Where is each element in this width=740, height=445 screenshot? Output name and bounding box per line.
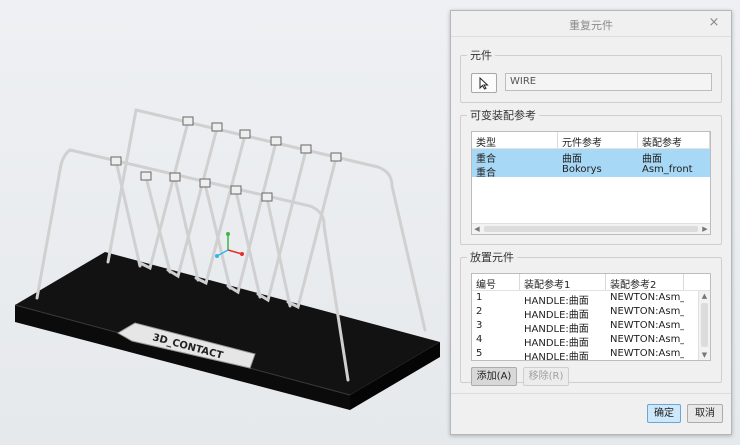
- table-row[interactable]: 重合 Bokorys Asm_front: [472, 163, 710, 177]
- component-group-legend: 元件: [470, 49, 492, 62]
- assembly-model: 3D_CONTACT: [14, 108, 440, 410]
- table-row[interactable]: 1 HANDLE:曲面 NEWTON:Asm_f: [472, 291, 710, 305]
- cursor-arrow-icon: [479, 77, 489, 90]
- cell-asm-ref-2: NEWTON:Asm_f: [610, 320, 684, 331]
- cell-component-ref: 曲面: [562, 154, 582, 163]
- cell-number: 1: [476, 292, 483, 303]
- column-header-asm-ref-1[interactable]: 装配参考1: [520, 274, 606, 290]
- component-group: 元件 WIRE: [460, 47, 722, 103]
- dialog-title-bar[interactable]: 重复元件 ×: [451, 11, 731, 37]
- variable-refs-legend: 可变装配参考: [470, 109, 536, 122]
- close-icon[interactable]: ×: [707, 15, 721, 30]
- cell-assembly-ref: Asm_front: [642, 164, 693, 175]
- wire-clips: [110, 116, 342, 202]
- cell-type: 重合: [476, 168, 496, 177]
- select-component-button[interactable]: [471, 73, 497, 93]
- scroll-up-icon[interactable]: ▲: [699, 292, 710, 300]
- table-row[interactable]: 重合 曲面 曲面: [472, 149, 710, 163]
- table-row[interactable]: 3 HANDLE:曲面 NEWTON:Asm_f: [472, 319, 710, 333]
- table-row[interactable]: 2 HANDLE:曲面 NEWTON:Asm_f: [472, 305, 710, 319]
- cell-asm-ref-2: NEWTON:Asm_f: [610, 306, 684, 317]
- column-header-assembly-ref[interactable]: 装配参考: [638, 132, 710, 148]
- cell-type: 重合: [476, 154, 496, 163]
- cell-number: 4: [476, 334, 483, 345]
- column-header-type[interactable]: 类型: [472, 132, 558, 148]
- column-header-number[interactable]: 编号: [472, 274, 520, 290]
- cell-component-ref: Bokorys: [562, 164, 602, 175]
- footer-divider: [451, 393, 731, 394]
- cell-asm-ref-1: HANDLE:曲面: [524, 352, 589, 361]
- placement-group: 放置元件 编号 装配参考1 装配参考2 1 HANDLE:曲面 NEWTON:A…: [460, 249, 722, 386]
- column-header-component-ref[interactable]: 元件参考: [558, 132, 638, 148]
- cell-asm-ref-2: NEWTON:Asm_f: [610, 292, 684, 303]
- dialog-title: 重复元件: [569, 19, 613, 32]
- table-row[interactable]: 4 HANDLE:曲面 NEWTON:Asm_f: [472, 333, 710, 347]
- variable-refs-table[interactable]: 类型 元件参考 装配参考 重合 曲面 曲面 重合 Bokorys Asm_fro…: [471, 131, 711, 235]
- remove-button[interactable]: 移除(R): [523, 367, 569, 386]
- vertical-scrollbar[interactable]: ▲ ▼: [698, 291, 710, 360]
- cell-asm-ref-1: HANDLE:曲面: [524, 296, 589, 305]
- cell-number: 3: [476, 320, 483, 331]
- placement-table[interactable]: 编号 装配参考1 装配参考2 1 HANDLE:曲面 NEWTON:Asm_f …: [471, 273, 711, 361]
- variable-refs-group: 可变装配参考 类型 元件参考 装配参考 重合 曲面 曲面 重合 Bokorys …: [460, 107, 722, 245]
- cell-asm-ref-2: NEWTON:Asm_f: [610, 348, 684, 359]
- cell-asm-ref-1: HANDLE:曲面: [524, 338, 589, 347]
- cell-number: 5: [476, 348, 483, 359]
- table-header: 类型 元件参考 装配参考: [472, 132, 710, 149]
- scrollbar-thumb[interactable]: [484, 226, 698, 232]
- cell-asm-ref-1: HANDLE:曲面: [524, 310, 589, 319]
- repeat-component-dialog: 重复元件 × 元件 WIRE 可变装配参考 类型 元件参考 装配参考 重合 曲面…: [450, 10, 732, 435]
- cell-asm-ref-1: HANDLE:曲面: [524, 324, 589, 333]
- cell-asm-ref-2: NEWTON:Asm_f: [610, 334, 684, 345]
- cell-assembly-ref: 曲面: [642, 154, 662, 163]
- table-row[interactable]: 5 HANDLE:曲面 NEWTON:Asm_f: [472, 347, 710, 361]
- component-name-field[interactable]: WIRE: [505, 73, 712, 91]
- scrollbar-thumb[interactable]: [701, 303, 708, 347]
- scroll-left-icon[interactable]: ◀: [472, 224, 482, 234]
- cell-number: 2: [476, 306, 483, 317]
- column-header-asm-ref-2[interactable]: 装配参考2: [606, 274, 684, 290]
- horizontal-scrollbar[interactable]: ◀ ▶: [472, 223, 710, 234]
- scroll-right-icon[interactable]: ▶: [700, 224, 710, 234]
- ok-button[interactable]: 确定: [647, 404, 681, 423]
- add-button[interactable]: 添加(A): [471, 367, 517, 386]
- scroll-down-icon[interactable]: ▼: [699, 351, 710, 359]
- table-header: 编号 装配参考1 装配参考2: [472, 274, 710, 291]
- placement-legend: 放置元件: [470, 251, 514, 264]
- cancel-button[interactable]: 取消: [687, 404, 723, 423]
